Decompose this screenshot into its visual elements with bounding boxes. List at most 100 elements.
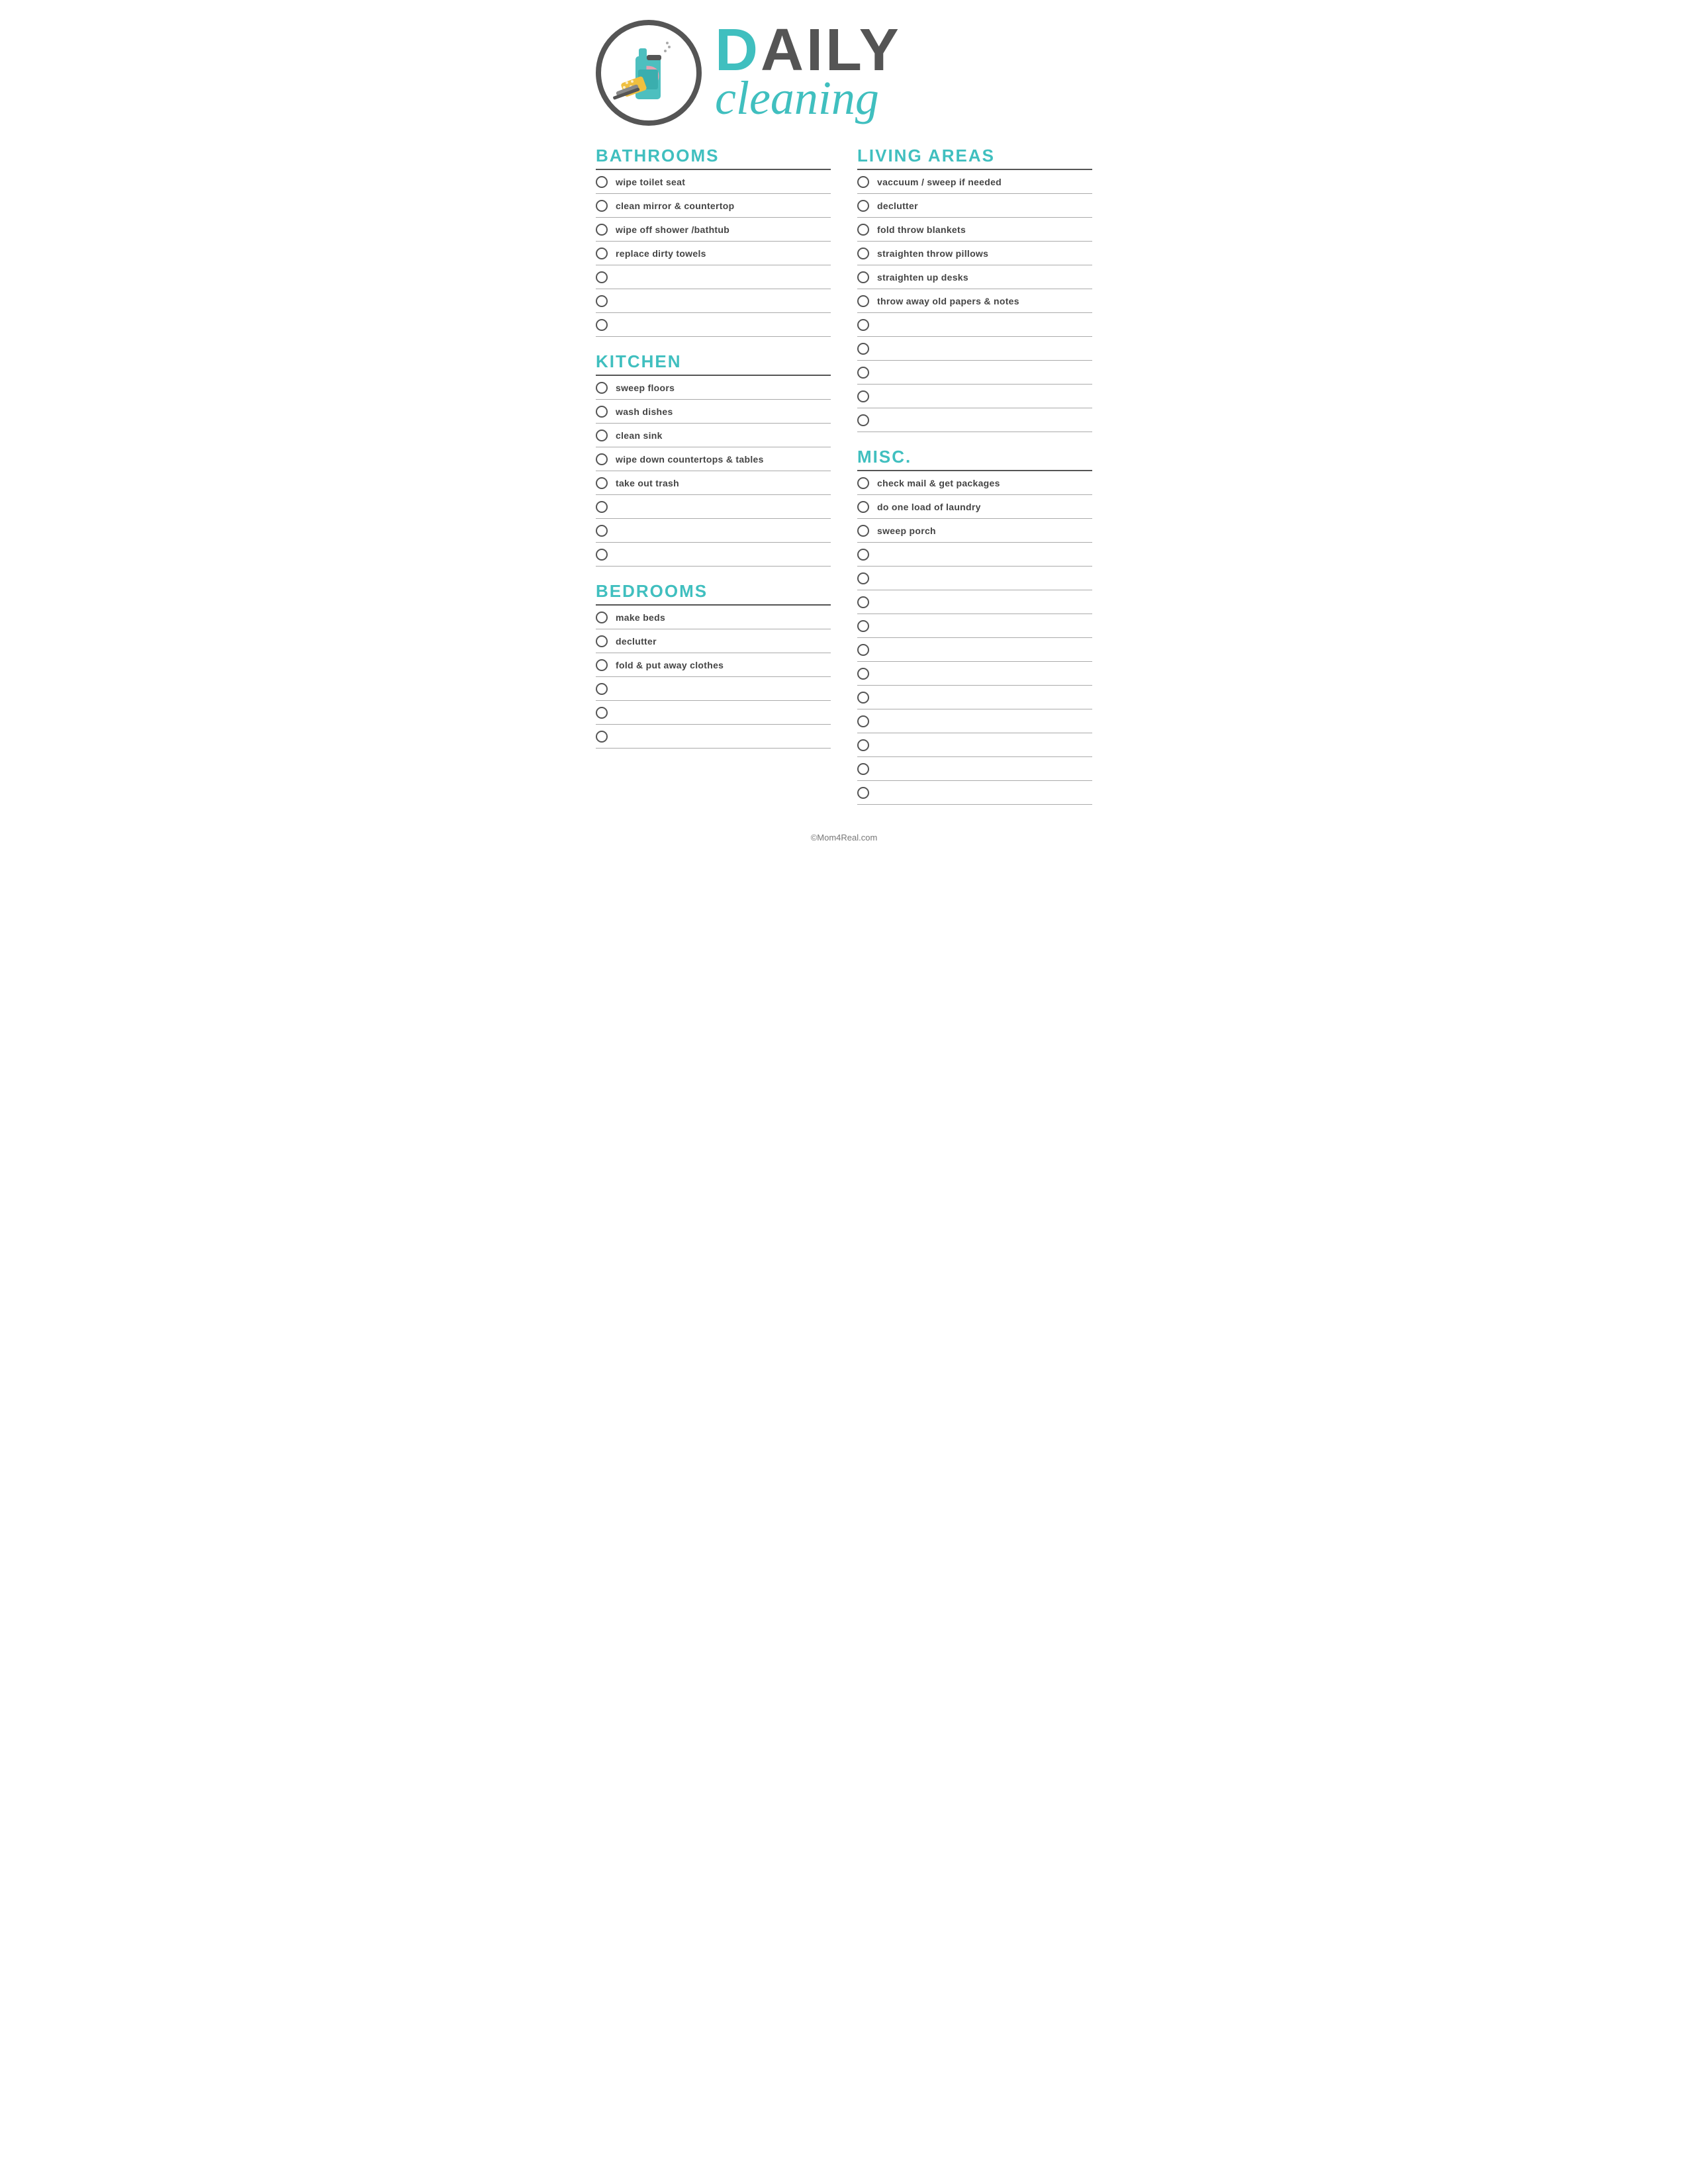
left-column: BATHROOMS wipe toilet seat clean mirror … [596,146,831,819]
checkbox[interactable] [596,382,608,394]
list-item-empty [857,408,1092,432]
checkbox[interactable] [596,406,608,418]
kitchen-title: KITCHEN [596,351,831,372]
list-item: make beds [596,606,831,629]
item-label [877,549,880,560]
list-item: vaccuum / sweep if needed [857,170,1092,194]
item-label: wipe down countertops & tables [616,454,764,465]
list-item: straighten up desks [857,265,1092,289]
list-item-empty [857,337,1092,361]
checkbox[interactable] [596,271,608,283]
checkbox[interactable] [596,659,608,671]
section-bathrooms: BATHROOMS wipe toilet seat clean mirror … [596,146,831,337]
item-label: vaccuum / sweep if needed [877,177,1002,187]
checkbox[interactable] [596,319,608,331]
item-label: fold & put away clothes [616,660,724,670]
checkbox[interactable] [857,176,869,188]
list-item-empty [596,677,831,701]
checkbox[interactable] [857,224,869,236]
item-label [877,716,880,727]
checkbox[interactable] [857,414,869,426]
item-label: declutter [616,636,657,647]
item-label [877,597,880,608]
list-item-empty [596,495,831,519]
item-label: sweep floors [616,383,675,393]
list-item: fold & put away clothes [596,653,831,677]
checkbox[interactable] [596,707,608,719]
checkbox[interactable] [857,596,869,608]
living-areas-title: LIVING AREAS [857,146,1092,166]
checkbox[interactable] [857,477,869,489]
checkbox[interactable] [596,549,608,561]
item-label: fold throw blankets [877,224,966,235]
checkbox[interactable] [596,477,608,489]
checkbox[interactable] [596,731,608,743]
checkbox[interactable] [857,525,869,537]
checkbox[interactable] [596,200,608,212]
list-item-empty [857,313,1092,337]
checkbox[interactable] [857,319,869,331]
list-item-empty [857,361,1092,385]
list-item-empty [596,519,831,543]
item-label: replace dirty towels [616,248,706,259]
misc-title: MISC. [857,447,1092,467]
item-label [877,764,880,774]
checkbox[interactable] [857,763,869,775]
title-block: DAILY cleaning [715,24,902,122]
item-label [877,692,880,703]
checkbox[interactable] [596,612,608,623]
list-item: wash dishes [596,400,831,424]
checkbox[interactable] [596,453,608,465]
checkbox[interactable] [596,683,608,695]
checkbox[interactable] [857,715,869,727]
title-cleaning: cleaning [715,74,902,122]
item-label: throw away old papers & notes [877,296,1019,306]
checkbox[interactable] [596,635,608,647]
checkbox[interactable] [857,739,869,751]
list-item-empty [857,385,1092,408]
list-item: check mail & get packages [857,471,1092,495]
checkbox[interactable] [596,501,608,513]
bedrooms-list: make beds declutter fold & put away clot… [596,606,831,749]
checkbox[interactable] [857,390,869,402]
list-item-empty [596,289,831,313]
item-label [877,621,880,631]
living-areas-list: vaccuum / sweep if needed declutter fold… [857,170,1092,432]
checkbox[interactable] [596,295,608,307]
item-label: clean sink [616,430,663,441]
footer-text: ©Mom4Real.com [811,833,878,842]
item-label [616,731,618,742]
kitchen-list: sweep floors wash dishes clean sink wipe… [596,376,831,567]
checkbox[interactable] [857,501,869,513]
list-item: declutter [857,194,1092,218]
checkbox[interactable] [596,176,608,188]
checkbox[interactable] [857,248,869,259]
checkbox[interactable] [857,343,869,355]
checkbox[interactable] [857,668,869,680]
checkbox[interactable] [596,430,608,441]
checkbox[interactable] [857,271,869,283]
checkbox[interactable] [857,644,869,656]
checkbox[interactable] [857,295,869,307]
list-item-empty [857,662,1092,686]
item-label: make beds [616,612,665,623]
checkbox[interactable] [596,224,608,236]
item-label [877,788,880,798]
checkbox[interactable] [596,248,608,259]
item-label [877,367,880,378]
page-header: DAILY cleaning [596,20,1092,126]
checkbox[interactable] [857,200,869,212]
checkbox[interactable] [857,572,869,584]
checkbox[interactable] [857,549,869,561]
checkbox[interactable] [596,525,608,537]
checkbox[interactable] [857,620,869,632]
bathrooms-list: wipe toilet seat clean mirror & countert… [596,170,831,337]
list-item-empty [596,313,831,337]
list-item: sweep porch [857,519,1092,543]
checkbox[interactable] [857,692,869,704]
list-item-empty [857,709,1092,733]
checkbox[interactable] [857,787,869,799]
footer: ©Mom4Real.com [596,833,1092,842]
checkbox[interactable] [857,367,869,379]
bedrooms-title: BEDROOMS [596,581,831,602]
